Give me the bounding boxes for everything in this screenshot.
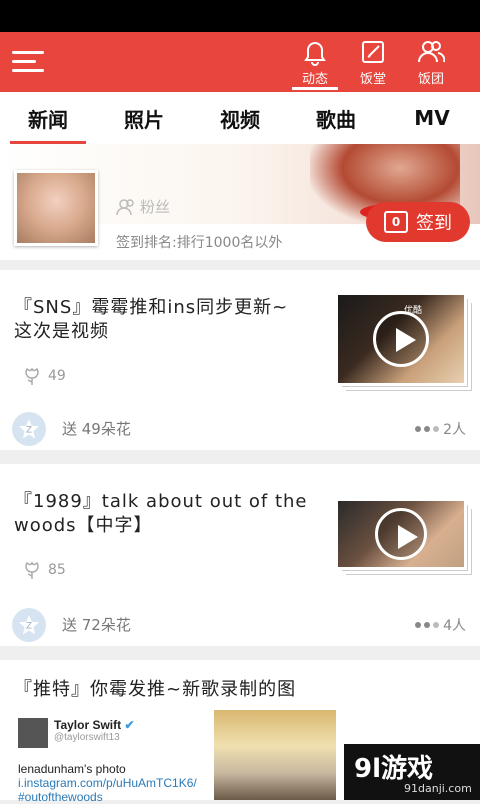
dots-icon bbox=[415, 426, 440, 432]
tweet-handle: @taylorswift13 bbox=[54, 732, 120, 743]
tweet-image[interactable]: Taylor Swift ✔ @taylorswift13 lenadunham… bbox=[14, 708, 204, 804]
send-flowers[interactable]: 送 49朵花 bbox=[62, 418, 131, 439]
participants: 2人 bbox=[415, 419, 466, 439]
likes: 49 bbox=[22, 366, 66, 386]
room-photo[interactable] bbox=[214, 710, 336, 800]
top-app-bar: 动态 饭堂 饭团 bbox=[0, 32, 480, 92]
feed-card[interactable]: 『SNS』霉霉推和ins同步更新~这次是视频 优酷 49 Z 送 49朵花 2人 bbox=[0, 270, 480, 450]
tab-videos[interactable]: 视频 bbox=[192, 92, 288, 144]
badge-icon: Z bbox=[12, 412, 46, 446]
verified-icon: ✔ bbox=[124, 718, 135, 732]
likes-count: 85 bbox=[48, 562, 66, 578]
group-icon bbox=[418, 40, 445, 62]
calendar-icon: 0 bbox=[384, 211, 408, 233]
feed-card[interactable]: 『1989』talk about out of the woods【中字】 85… bbox=[0, 464, 480, 646]
fans-count[interactable]: 粉丝 bbox=[116, 196, 170, 217]
nav-dynamic[interactable]: 动态 bbox=[286, 32, 344, 92]
likes: 85 bbox=[22, 560, 66, 580]
fans-label: 粉丝 bbox=[140, 198, 171, 216]
edit-icon bbox=[362, 40, 384, 63]
category-tabs: 新闻 照片 视频 歌曲 MV bbox=[0, 92, 480, 144]
flower-icon bbox=[25, 561, 39, 579]
svg-text:Z: Z bbox=[26, 621, 32, 631]
checkin-day: 0 bbox=[391, 215, 401, 229]
play-icon[interactable] bbox=[375, 508, 427, 560]
watermark-logo: 9l游戏 bbox=[354, 754, 434, 784]
video-thumbnail[interactable] bbox=[338, 501, 464, 567]
tweet-text: lenadunham's photo i.instagram.com/p/uHu… bbox=[18, 762, 197, 804]
svg-text:Z: Z bbox=[26, 425, 32, 435]
status-bar bbox=[0, 0, 480, 32]
participants-count: 2人 bbox=[443, 422, 466, 438]
feed-title: 『推特』你霉发推~新歌录制的图 bbox=[14, 679, 297, 700]
send-flowers[interactable]: 送 72朵花 bbox=[62, 614, 131, 635]
nav-group[interactable]: 饭团 bbox=[402, 32, 460, 92]
tweet-avatar bbox=[18, 718, 48, 748]
card-footer: Z 送 49朵花 2人 bbox=[0, 404, 480, 452]
tab-songs[interactable]: 歌曲 bbox=[288, 92, 384, 144]
nav-canteen[interactable]: 饭堂 bbox=[344, 32, 402, 92]
tab-news[interactable]: 新闻 bbox=[0, 92, 96, 144]
profile-header: 粉丝 签到排名:排行1000名以外 0 签到 bbox=[0, 144, 480, 260]
bell-icon bbox=[304, 41, 326, 66]
avatar[interactable] bbox=[14, 170, 98, 246]
badge-icon: Z bbox=[12, 608, 46, 642]
participants: 4人 bbox=[415, 615, 466, 635]
tab-mv[interactable]: MV bbox=[384, 92, 480, 144]
feed-title: 『SNS』霉霉推和ins同步更新~这次是视频 bbox=[14, 297, 289, 342]
checkin-button[interactable]: 0 签到 bbox=[366, 202, 470, 242]
tweet-name: Taylor Swift ✔ bbox=[54, 718, 135, 732]
tab-photos[interactable]: 照片 bbox=[96, 92, 192, 144]
video-thumbnail[interactable]: 优酷 bbox=[338, 295, 464, 383]
play-icon[interactable] bbox=[373, 311, 429, 367]
participants-count: 4人 bbox=[443, 618, 466, 634]
watermark-url: 91danji.com bbox=[404, 782, 472, 795]
site-watermark: 9l游戏 91danji.com bbox=[344, 744, 480, 800]
nav-group-label: 饭团 bbox=[417, 71, 444, 87]
checkin-rank: 签到排名:排行1000名以外 bbox=[116, 235, 283, 251]
card-footer: Z 送 72朵花 4人 bbox=[0, 600, 480, 648]
checkin-label: 签到 bbox=[416, 213, 452, 234]
dots-icon bbox=[415, 622, 440, 628]
feed-title: 『1989』talk about out of the woods【中字】 bbox=[14, 491, 308, 536]
menu-icon[interactable] bbox=[12, 46, 44, 78]
nav-dynamic-label: 动态 bbox=[301, 71, 328, 87]
likes-count: 49 bbox=[48, 368, 66, 384]
fans-icon bbox=[116, 198, 134, 215]
nav-canteen-label: 饭堂 bbox=[359, 71, 386, 87]
flower-icon bbox=[25, 367, 39, 385]
